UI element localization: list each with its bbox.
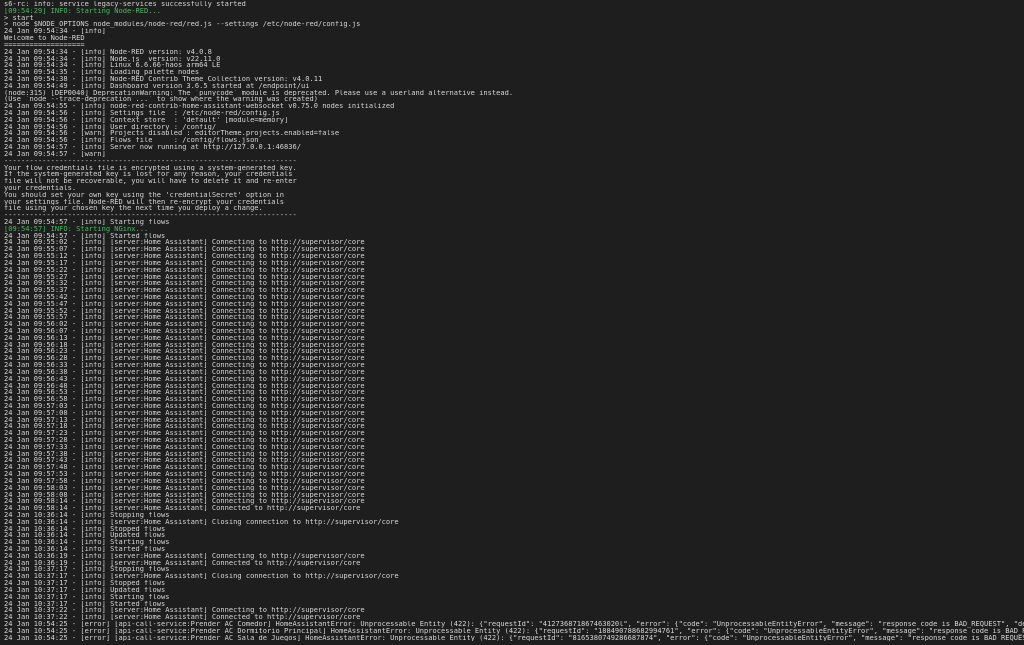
terminal-log[interactable]: s6-rc: info: service legacy-services suc… [0,0,1024,645]
log-line: 24 Jan 09:54:55 - [info] node-red-contri… [4,103,395,110]
log-line: 24 Jan 09:54:35 - [info] Loading palette… [4,69,200,76]
log-line: 24 Jan 10:54:25 - [error] [api-call-serv… [4,620,1024,628]
log-line: 24 Jan 09:57:33 - [info] [server:Home As… [4,443,365,451]
log-line: 24 Jan 09:54:34 - [info] [4,28,106,36]
log-line: 24 Jan 09:55:02 - [info] [server:Home As… [4,239,365,247]
log-line: 24 Jan 10:37:17 - [info] [server:Home As… [4,573,399,581]
log-line: 24 Jan 09:57:58 - [info] [server:Home As… [4,477,365,485]
log-line: =================== [4,41,85,49]
log-line: 24 Jan 10:37:22 - [info] [server:Home As… [4,614,361,621]
log-line: 24 Jan 09:55:47 - [info] [server:Home As… [4,300,365,308]
log-line: 24 Jan 10:36:19 - [info] [server:Home As… [4,559,361,567]
log-line: 24 Jan 10:36:19 - [info] [server:Home As… [4,552,365,560]
log-line: 24 Jan 09:54:56 - [info] Settings file :… [4,110,280,117]
log-line: 24 Jan 09:54:57 - [warn] [4,150,106,158]
log-line: 24 Jan 09:58:14 - [info] [server:Home As… [4,498,365,506]
log-line: 24 Jan 10:54:25 - [error] [api-call-serv… [4,627,1024,635]
log-line: 24 Jan 09:56:13 - [info] [server:Home As… [4,334,365,342]
log-line: 24 Jan 09:56:38 - [info] [server:Home As… [4,368,365,376]
log-line: 24 Jan 10:37:17 - [info] Starting flows [4,593,170,601]
log-line: 24 Jan 09:54:34 - [info] Node-RED versio… [4,48,212,56]
log-line: 24 Jan 10:36:14 - [info] Stopping flows [4,511,170,519]
log-line: 24 Jan 10:37:22 - [info] [server:Home As… [4,607,365,615]
log-line: 24 Jan 09:54:49 - [info] Dashboard versi… [4,82,310,90]
log-line: 24 Jan 09:56:28 - [info] [server:Home As… [4,355,365,363]
log-line: [09:54:57] INFO: Starting NGinx... [4,225,149,233]
log-line: 24 Jan 09:57:08 - [info] [server:Home As… [4,409,365,417]
log-line: 24 Jan 09:54:34 - [info] Node.js version… [4,55,221,63]
log-line: 24 Jan 09:58:14 - [info] [server:Home As… [4,505,361,512]
log-line: s6-rc: info: service legacy-services suc… [4,1,246,8]
log-line: 24 Jan 09:55:32 - [info] [server:Home As… [4,280,365,288]
log-line: (Use `node --trace-deprecation ...` to s… [4,96,318,104]
log-line: 24 Jan 09:56:58 - [info] [server:Home As… [4,396,365,403]
log-line: file using your chosen key the next time… [4,205,263,213]
log-line: 24 Jan 10:36:14 - [info] Updated flows [4,532,166,540]
log-line: 24 Jan 09:54:38 - [info] Node-RED Contri… [4,75,323,83]
log-line: 24 Jan 09:57:28 - [info] [server:Home As… [4,437,365,444]
log-line: 24 Jan 09:55:27 - [info] [server:Home As… [4,273,365,281]
log-line: 24 Jan 10:54:25 - [error] [api-call-serv… [4,634,1024,642]
log-line: 24 Jan 09:54:56 - [info] Context store :… [4,116,289,124]
log-line: 24 Jan 09:55:42 - [info] [server:Home As… [4,293,365,301]
log-line: 24 Jan 09:54:57 - [info] Server now runn… [4,144,301,151]
log-line: 24 Jan 09:58:03 - [info] [server:Home As… [4,484,365,492]
log-line: 24 Jan 09:54:57 - [info] Started flows [4,232,166,240]
log-line: 24 Jan 09:55:37 - [info] [server:Home As… [4,287,365,294]
log-line: > start [4,14,34,22]
log-line: 24 Jan 09:55:17 - [info] [server:Home As… [4,259,365,267]
log-line: 24 Jan 09:56:53 - [info] [server:Home As… [4,389,365,397]
log-line: 24 Jan 10:36:14 - [info] Started flows [4,546,166,553]
log-line: If the system-generated key is lost for … [4,171,293,179]
log-line: 24 Jan 10:37:17 - [info] Started flows [4,600,166,608]
log-line: 24 Jan 09:55:57 - [info] [server:Home As… [4,314,365,322]
log-line: [09:54:29] INFO: Starting Node-RED... [4,7,161,15]
log-line: 24 Jan 09:55:52 - [info] [server:Home As… [4,307,365,315]
log-line: 24 Jan 09:56:23 - [info] [server:Home As… [4,348,365,356]
log-line: 24 Jan 09:56:07 - [info] [server:Home As… [4,328,365,335]
log-line: your settings file. Node-RED will then r… [4,198,285,206]
log-line: 24 Jan 09:57:43 - [info] [server:Home As… [4,457,365,465]
log-line: > node $NODE_OPTIONS node_modules/node-r… [4,21,361,29]
log-line: 24 Jan 09:57:18 - [info] [server:Home As… [4,423,365,431]
log-line: 24 Jan 09:55:22 - [info] [server:Home As… [4,266,365,274]
log-line: 24 Jan 09:56:48 - [info] [server:Home As… [4,382,365,390]
log-line: 24 Jan 09:56:33 - [info] [server:Home As… [4,362,365,369]
log-line: Welcome to Node-RED [4,35,85,42]
log-line: 24 Jan 09:57:53 - [info] [server:Home As… [4,471,365,478]
log-line: 24 Jan 09:57:48 - [info] [server:Home As… [4,464,365,472]
log-line: 24 Jan 09:56:43 - [info] [server:Home As… [4,375,365,383]
log-line: 24 Jan 10:37:17 - [info] Updated flows [4,586,166,594]
log-line: 24 Jan 09:58:08 - [info] [server:Home As… [4,491,365,499]
log-line: your credentials. [4,184,77,192]
log-line: ----------------------------------------… [4,157,297,165]
log-line: 24 Jan 09:54:34 - [info] Linux 6.6.66-ha… [4,62,221,70]
log-line: 24 Jan 09:54:56 - [info] User directory … [4,123,217,131]
log-line: 24 Jan 10:37:17 - [info] Stopping flows [4,566,170,574]
log-line: 24 Jan 10:36:14 - [info] [server:Home As… [4,518,399,526]
log-line: Your flow credentials file is encrypted … [4,164,297,172]
log-line: ----------------------------------------… [4,212,297,219]
log-line: 24 Jan 09:57:03 - [info] [server:Home As… [4,402,365,410]
log-line: 24 Jan 09:54:57 - [info] Starting flows [4,219,170,226]
log-line: 24 Jan 09:56:18 - [info] [server:Home As… [4,341,365,349]
log-line: 24 Jan 09:56:02 - [info] [server:Home As… [4,321,365,328]
log-line: 24 Jan 10:36:14 - [info] Stopped flows [4,525,166,533]
log-line: 24 Jan 09:57:13 - [info] [server:Home As… [4,416,365,424]
log-line: 24 Jan 10:36:14 - [info] Starting flows [4,539,170,546]
log-line: 24 Jan 09:55:07 - [info] [server:Home As… [4,246,365,254]
log-line: 24 Jan 09:57:38 - [info] [server:Home As… [4,450,365,458]
log-line: 24 Jan 09:57:23 - [info] [server:Home As… [4,430,365,437]
log-line: 24 Jan 09:54:56 - [info] Flows file : /c… [4,137,259,145]
log-line: 24 Jan 09:54:56 - [warn] Projects disabl… [4,130,340,138]
log-line: You should set your own key using the 'c… [4,191,285,199]
log-line: 24 Jan 10:37:17 - [info] Stopped flows [4,580,166,587]
log-line: file will not be recoverable, you will h… [4,178,297,185]
log-line: (node:315) [DEP0040] DeprecationWarning:… [4,89,514,97]
log-line: 24 Jan 09:55:12 - [info] [server:Home As… [4,253,365,260]
